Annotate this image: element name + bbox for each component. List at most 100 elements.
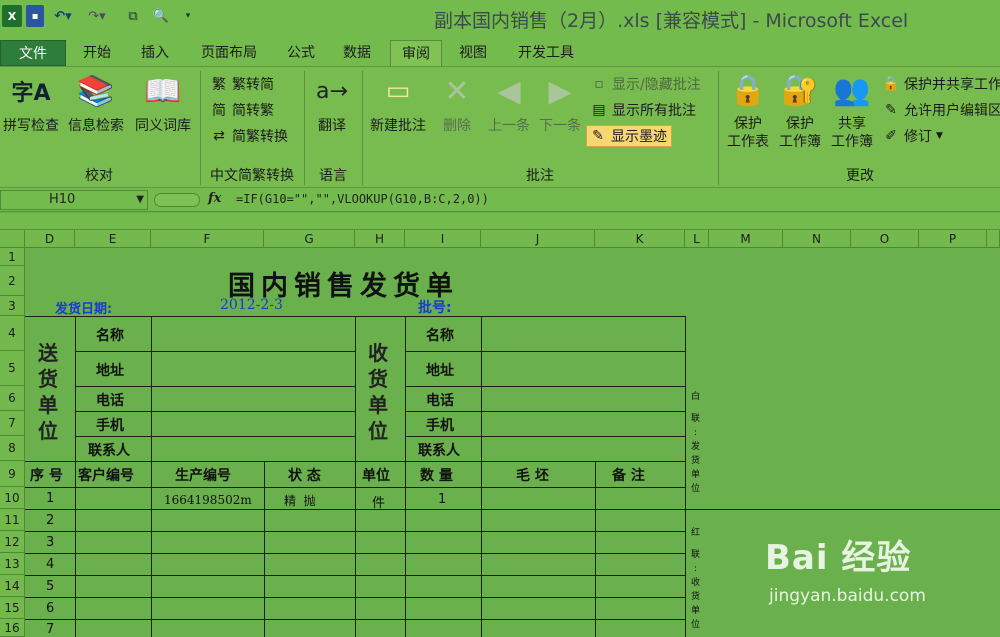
show-ink-button[interactable]: ✎ 显示墨迹 bbox=[586, 125, 672, 147]
column-header-g[interactable]: G bbox=[264, 230, 355, 248]
border-line bbox=[264, 461, 265, 637]
row-header-12[interactable]: 12 bbox=[0, 531, 25, 553]
row-header-7[interactable]: 7 bbox=[0, 411, 25, 436]
track-changes-button[interactable]: ✐ 修订 ▼ bbox=[880, 125, 943, 147]
column-header-o[interactable]: O bbox=[851, 230, 919, 248]
seq-number[interactable]: 3 bbox=[46, 535, 54, 550]
column-header-l[interactable]: L bbox=[685, 230, 709, 248]
name-box[interactable]: H10 ▼ bbox=[0, 190, 148, 210]
row10-seq[interactable]: 1 bbox=[46, 491, 54, 506]
seq-number[interactable]: 7 bbox=[46, 622, 54, 637]
tab-formulas[interactable]: 公式 bbox=[278, 40, 324, 66]
row-header-15[interactable]: 15 bbox=[0, 597, 25, 619]
row-header-8[interactable]: 8 bbox=[0, 436, 25, 461]
column-header-d[interactable]: D bbox=[25, 230, 75, 248]
header-production-no: 生产编号 bbox=[175, 468, 231, 484]
seq-number[interactable]: 2 bbox=[46, 513, 54, 528]
protect-share-icon: 🔒 bbox=[882, 76, 900, 92]
receiver-label: 收货单位 bbox=[368, 341, 388, 443]
formula-bar-handle[interactable] bbox=[154, 193, 200, 207]
column-header-n[interactable]: N bbox=[783, 230, 851, 248]
tab-page-layout[interactable]: 页面布局 bbox=[190, 40, 268, 66]
copy-icon[interactable]: ⧉ bbox=[122, 5, 144, 27]
previous-comment-button[interactable]: ◀ 上一条 bbox=[484, 71, 534, 151]
row-header-5[interactable]: 5 bbox=[0, 351, 25, 386]
column-header-i[interactable]: I bbox=[405, 230, 481, 248]
save-icon[interactable]: ▪ bbox=[26, 5, 44, 27]
protect-sheet-button[interactable]: 🔒 保护 工作表 bbox=[722, 71, 774, 151]
column-header-h[interactable]: H bbox=[355, 230, 405, 248]
delete-comment-button[interactable]: ✕ 删除 bbox=[436, 71, 478, 151]
research-icon: 📚 bbox=[77, 73, 115, 109]
row10-quantity[interactable]: 1 bbox=[438, 492, 446, 507]
next-comment-button[interactable]: ▶ 下一条 bbox=[536, 71, 584, 151]
group-separator bbox=[200, 71, 201, 185]
header-seq: 序 号 bbox=[30, 468, 63, 484]
border-line bbox=[405, 436, 685, 437]
language-group-label: 语言 bbox=[319, 168, 347, 184]
select-all-corner[interactable] bbox=[0, 230, 25, 248]
worksheet[interactable]: D E F G H I J K L M N O P 1 2 3 4 5 6 7 … bbox=[0, 230, 1000, 637]
simp-to-trad-button[interactable]: 简简转繁 bbox=[208, 99, 274, 121]
column-header-m[interactable]: M bbox=[709, 230, 783, 248]
allow-edit-ranges-button[interactable]: ✎ 允许用户编辑区 bbox=[880, 99, 1000, 121]
row-header-3[interactable]: 3 bbox=[0, 296, 25, 316]
insert-function-icon[interactable]: fx bbox=[208, 191, 221, 206]
translate-button[interactable]: a→ 翻译 bbox=[308, 71, 356, 151]
share-workbook-icon: 👥 bbox=[833, 72, 871, 108]
column-header-k[interactable]: K bbox=[595, 230, 685, 248]
row-header-1[interactable]: 1 bbox=[0, 248, 25, 266]
tab-home[interactable]: 开始 bbox=[72, 40, 122, 66]
row-header-4[interactable]: 4 bbox=[0, 316, 25, 351]
row-header-11[interactable]: 11 bbox=[0, 509, 25, 531]
formula-input[interactable]: =IF(G10="","",VLOOKUP(G10,B:C,2,0)) bbox=[236, 192, 489, 206]
trad-to-simp-button[interactable]: 繁繁转简 bbox=[208, 73, 274, 95]
tab-insert[interactable]: 插入 bbox=[132, 40, 178, 66]
column-header-f[interactable]: F bbox=[151, 230, 264, 248]
column-header-q[interactable] bbox=[987, 230, 1000, 248]
tab-developer[interactable]: 开发工具 bbox=[508, 40, 584, 66]
row-header-14[interactable]: 14 bbox=[0, 575, 25, 597]
comments-group-label: 批注 bbox=[526, 168, 554, 184]
tab-view[interactable]: 视图 bbox=[450, 40, 496, 66]
seq-number[interactable]: 4 bbox=[46, 557, 54, 572]
column-header-j[interactable]: J bbox=[481, 230, 595, 248]
row-header-10[interactable]: 10 bbox=[0, 487, 25, 509]
protect-workbook-button[interactable]: 🔐 保护 工作簿 bbox=[774, 71, 826, 151]
border-line bbox=[75, 436, 355, 437]
date-value[interactable]: 2012-2-3 bbox=[220, 297, 283, 313]
research-button[interactable]: 📚 信息检索 bbox=[64, 71, 128, 151]
row10-unit[interactable]: 件 bbox=[372, 492, 385, 511]
allow-edit-icon: ✎ bbox=[885, 102, 897, 118]
column-header-e[interactable]: E bbox=[75, 230, 151, 248]
show-all-comments-button[interactable]: ▤ 显示所有批注 bbox=[588, 99, 696, 121]
new-comment-button[interactable]: ▭ 新建批注 bbox=[366, 71, 430, 151]
tab-review[interactable]: 审阅 bbox=[390, 40, 442, 66]
row-header-2[interactable]: 2 bbox=[0, 266, 25, 296]
customize-quick-access-icon[interactable]: ▾ bbox=[182, 5, 194, 27]
row10-production-no[interactable]: 1664198502m bbox=[164, 493, 252, 507]
chevron-down-icon[interactable]: ▼ bbox=[136, 191, 144, 209]
row-header-16[interactable]: 16 bbox=[0, 619, 25, 637]
print-preview-icon[interactable]: 🔍 bbox=[150, 5, 172, 27]
tab-file[interactable]: 文件 bbox=[0, 40, 66, 66]
row10-status[interactable]: 精 抛 bbox=[284, 492, 316, 509]
tab-data[interactable]: 数据 bbox=[334, 40, 380, 66]
redo-icon[interactable]: ↷▾ bbox=[84, 5, 110, 27]
border-line bbox=[481, 316, 482, 637]
row-header-6[interactable]: 6 bbox=[0, 386, 25, 411]
seq-number[interactable]: 6 bbox=[46, 601, 54, 616]
thesaurus-button[interactable]: 📖 同义词库 bbox=[130, 71, 196, 151]
chinese-convert-button[interactable]: ⇄ 简繁转换 bbox=[208, 125, 288, 147]
row-header-9[interactable]: 9 bbox=[0, 461, 25, 487]
column-header-p[interactable]: P bbox=[919, 230, 987, 248]
protect-share-button[interactable]: 🔒 保护并共享工作 bbox=[880, 73, 1000, 95]
excel-app-icon[interactable]: X bbox=[2, 5, 22, 27]
spell-check-button[interactable]: 字A 拼写检查 bbox=[0, 71, 62, 151]
group-separator bbox=[304, 71, 305, 185]
row-header-13[interactable]: 13 bbox=[0, 553, 25, 575]
undo-icon[interactable]: ↶▾ bbox=[50, 5, 76, 27]
share-workbook-button[interactable]: 👥 共享 工作簿 bbox=[826, 71, 878, 151]
seq-number[interactable]: 5 bbox=[46, 579, 54, 594]
show-hide-comment-button[interactable]: ▫ 显示/隐藏批注 bbox=[588, 73, 700, 95]
